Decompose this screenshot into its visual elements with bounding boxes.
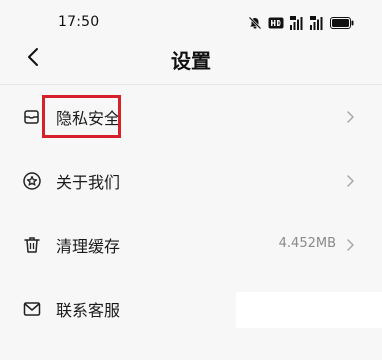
redacted-area [236, 292, 382, 328]
status-icons [248, 15, 354, 31]
settings-item-label: 清理缓存 [56, 237, 121, 256]
privacy-icon [22, 107, 42, 127]
nav-bar: 设置 [0, 34, 382, 82]
about-icon [22, 171, 42, 191]
settings-item-about[interactable]: 关于我们 [0, 149, 382, 213]
chevron-right-icon [346, 109, 356, 125]
highlight-box [42, 95, 121, 138]
chevron-right-icon [346, 173, 356, 189]
chevron-right-icon [346, 237, 356, 253]
settings-item-label: 关于我们 [56, 173, 121, 192]
battery-icon [330, 17, 354, 29]
cache-size-value: 4.452MB [278, 236, 336, 251]
settings-item-clear-cache[interactable]: 清理缓存 4.452MB [0, 213, 382, 277]
trash-icon [22, 235, 42, 255]
page-title: 设置 [171, 49, 211, 73]
settings-item-label: 联系客服 [56, 301, 121, 320]
mail-icon [22, 299, 42, 319]
status-time: 17:50 [58, 14, 100, 30]
signal-5g-icon [310, 16, 324, 30]
signal-4g-icon [290, 16, 304, 30]
hd-icon [268, 17, 284, 29]
mute-icon [248, 16, 262, 30]
